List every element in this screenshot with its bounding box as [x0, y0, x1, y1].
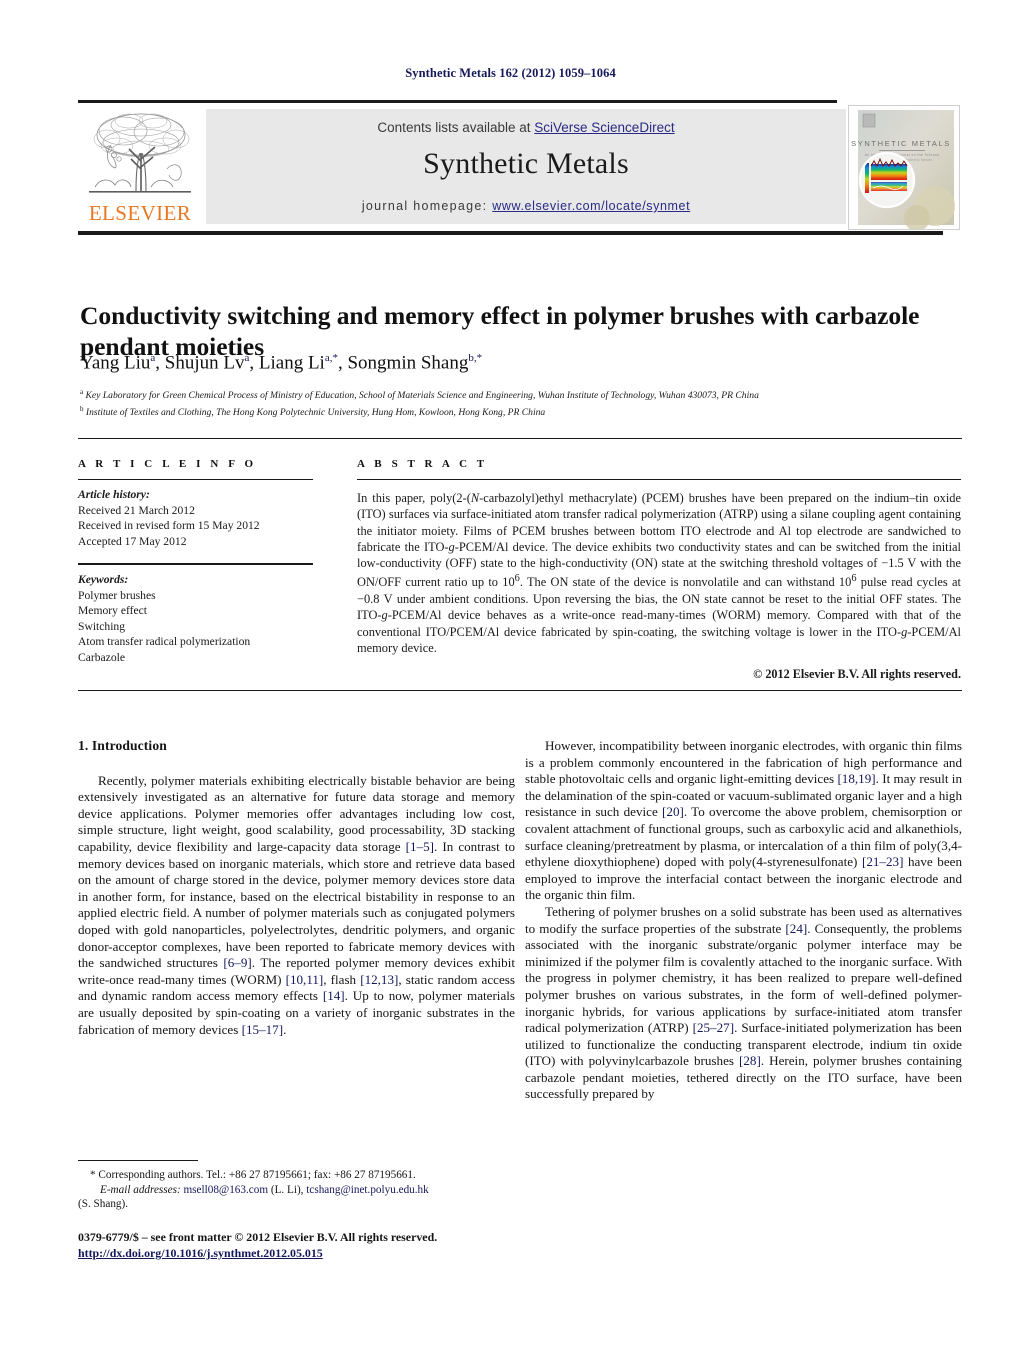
- sciencedirect-link[interactable]: SciVerse ScienceDirect: [534, 120, 674, 135]
- section-title-introduction: 1. Introduction: [78, 738, 167, 753]
- svg-text:SYNTHETIC METALS: SYNTHETIC METALS: [851, 139, 951, 148]
- keyword-item: Polymer brushes: [78, 588, 156, 602]
- email-addresses-tail: (S. Shang).: [78, 1198, 129, 1211]
- info-band-top-rule: [78, 438, 962, 439]
- footnote-block: * Corresponding authors. Tel.: +86 27 87…: [78, 1160, 515, 1212]
- journal-article-page: Synthetic Metals 162 (2012) 1059–1064 EL…: [0, 0, 1021, 1351]
- journal-masthead: ELSEVIER Contents lists available at Sci…: [78, 100, 960, 235]
- info-band-bottom-rule: [78, 690, 962, 691]
- abstract-heading: A B S T R A C T: [357, 458, 488, 470]
- doi-link[interactable]: http://dx.doi.org/10.1016/j.synthmet.201…: [78, 1246, 323, 1260]
- article-info-rule: [78, 479, 313, 480]
- corresponding-author-note: * Corresponding authors. Tel.: +86 27 87…: [90, 1169, 416, 1181]
- keyword-item: Carbazole: [78, 650, 125, 664]
- contents-panel: Contents lists available at SciVerse Sci…: [206, 109, 846, 224]
- footnote-text: * Corresponding authors. Tel.: +86 27 87…: [78, 1168, 515, 1212]
- keywords-rule: [78, 563, 313, 565]
- copyright-line: © 2012 Elsevier B.V. All rights reserved…: [753, 667, 961, 682]
- email-addresses-line: E-mail addresses: msell08@163.com (L. Li…: [100, 1183, 429, 1196]
- elsevier-wordmark: ELSEVIER: [88, 201, 192, 225]
- abstract-body: In this paper, poly(2-(N-carbazolyl)ethy…: [357, 491, 961, 655]
- keyword-item: Memory effect: [78, 604, 147, 618]
- keywords-label: Keywords:: [78, 572, 129, 586]
- article-info-column: A R T I C L E I N F O Article history: R…: [78, 458, 313, 666]
- revised-date: Received in revised form 15 May 2012: [78, 519, 260, 533]
- journal-homepage-line: journal homepage: www.elsevier.com/locat…: [206, 199, 846, 213]
- abstract-column: A B S T R A C T In this paper, poly(2-(N…: [357, 458, 961, 682]
- keywords-block: Keywords: Polymer brushes Memory effect …: [78, 572, 313, 666]
- body-column-left: 1. Introduction Recently, polymer materi…: [78, 738, 515, 1038]
- affiliation-b: b Institute of Textiles and Clothing, Th…: [80, 404, 546, 418]
- intro-paragraph-2: However, incompatibility between inorgan…: [525, 738, 962, 903]
- journal-cover-thumbnail: SYNTHETIC METALS An International Journa…: [848, 105, 960, 230]
- elsevier-tree-icon: [89, 113, 191, 193]
- intro-paragraph-3: Tethering of polymer brushes on a solid …: [525, 903, 962, 1102]
- abstract-rule: [357, 479, 961, 480]
- contents-available-line: Contents lists available at SciVerse Sci…: [206, 120, 846, 135]
- accepted-date: Accepted 17 May 2012: [78, 534, 187, 548]
- article-info-heading: A R T I C L E I N F O: [78, 458, 257, 470]
- running-head: Synthetic Metals 162 (2012) 1059–1064: [405, 66, 616, 80]
- journal-title: Synthetic Metals: [423, 147, 629, 180]
- journal-homepage-link[interactable]: www.elsevier.com/locate/synmet: [492, 199, 690, 213]
- footnote-rule: [78, 1160, 198, 1161]
- elsevier-logo: ELSEVIER: [81, 109, 199, 224]
- masthead-bottom-rule: [78, 231, 943, 235]
- intro-paragraph-1: Recently, polymer materials exhibiting e…: [78, 772, 515, 1037]
- front-matter-line: 0379-6779/$ – see front matter © 2012 El…: [78, 1230, 438, 1244]
- article-history-block: Article history: Received 21 March 2012 …: [78, 487, 313, 549]
- article-history-label: Article history:: [78, 488, 150, 501]
- keyword-item: Atom transfer radical polymerization: [78, 635, 251, 649]
- masthead-top-rule: [78, 100, 837, 103]
- imprint-block: 0379-6779/$ – see front matter © 2012 El…: [78, 1229, 548, 1261]
- affiliations: a Key Laboratory for Green Chemical Proc…: [80, 386, 965, 419]
- affiliation-a: a Key Laboratory for Green Chemical Proc…: [80, 388, 759, 402]
- received-date: Received 21 March 2012: [78, 503, 195, 517]
- contents-prefix: Contents lists available at: [377, 120, 535, 135]
- cover-artwork: SYNTHETIC METALS An International Journa…: [849, 106, 959, 229]
- author-list: Yang Liua, Shujun Lva, Liang Lia,*, Song…: [80, 352, 483, 374]
- keyword-item: Switching: [78, 619, 126, 633]
- body-column-right: However, incompatibility between inorgan…: [525, 738, 962, 1103]
- homepage-label: journal homepage:: [361, 199, 488, 213]
